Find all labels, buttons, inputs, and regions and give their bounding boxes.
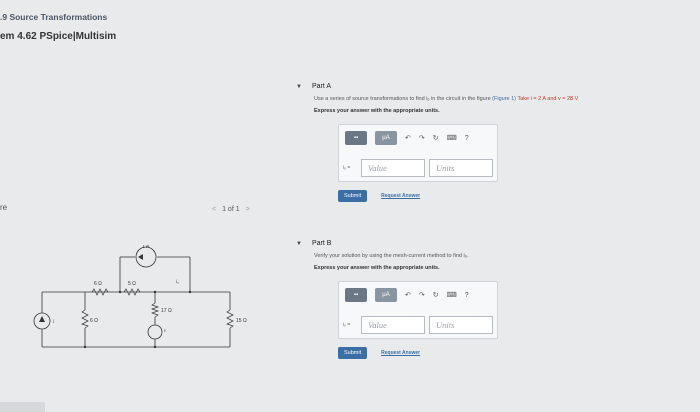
label-v: v [164, 329, 167, 334]
reset-icon[interactable]: ↻ [433, 134, 439, 142]
reset-icon[interactable]: ↻ [433, 291, 439, 299]
undo-icon[interactable]: ↶ [405, 134, 411, 142]
part-b-instruction: Express your answer with the appropriate… [314, 265, 440, 271]
units-button[interactable]: μA [375, 288, 397, 302]
submit-button[interactable]: Submit [338, 190, 368, 202]
prev-figure-button[interactable]: < [212, 206, 216, 213]
part-a-title: Part A [311, 83, 332, 90]
label-i: i [53, 320, 55, 325]
pager-text: 1 of 1 [222, 206, 240, 213]
answer-box: ▪▪ μA ↶ ↷ ↻ ⌨ ? iₒ = Value Units [338, 281, 498, 339]
circuit-figure: 1 A 6 Ω 5 Ω 17 Ω 6 Ω 15 Ω i v iₒ [33, 245, 247, 349]
redo-icon[interactable]: ↷ [419, 291, 425, 299]
templates-button[interactable]: ▪▪ [345, 288, 367, 302]
part-b-title: Part B [311, 240, 332, 247]
answer-toolbar: ▪▪ μA ↶ ↷ ↻ ⌨ ? [345, 288, 469, 302]
units-button[interactable]: μA [375, 131, 397, 145]
part-b-question: Verify your solution by using the mesh-c… [314, 253, 469, 259]
answer-box: ▪▪ μA ↶ ↷ ↻ ⌨ ? iₒ = Value Units [338, 124, 498, 182]
label-r6-left: 6 Ω [90, 318, 98, 324]
value-input[interactable]: Value [361, 316, 425, 334]
part-a-instruction: Express your answer with the appropriate… [314, 108, 440, 114]
label-1a: 1 A [142, 245, 150, 250]
value-input[interactable]: Value [361, 159, 425, 177]
answer-toolbar: ▪▪ μA ↶ ↷ ↻ ⌨ ? [345, 131, 469, 145]
units-input[interactable]: Units [429, 316, 493, 334]
var-label: iₒ = [343, 322, 351, 328]
label-r15: 15 Ω [236, 318, 247, 324]
help-icon[interactable]: ? [465, 292, 469, 299]
part-a-question: Use a series of source transformations t… [314, 96, 578, 102]
part-a: ▼ Part A Use a series of source transfor… [296, 83, 578, 202]
collapse-caret-icon[interactable]: ▼ [296, 84, 302, 90]
question-given: Take i = 2 A and v = 28 V [517, 96, 579, 102]
request-answer-link[interactable]: Request Answer [381, 193, 420, 199]
bottom-scroll-bar[interactable] [0, 402, 45, 412]
label-r17: 17 Ω [161, 308, 172, 314]
chapter-title: .9 Source Transformations [0, 12, 108, 22]
part-b: ▼ Part B Verify your solution by using t… [296, 240, 498, 359]
figure-pager: < 1 of 1 > [212, 206, 250, 213]
label-r5: 5 Ω [128, 281, 136, 287]
figure-link[interactable]: (Figure 1) [492, 96, 516, 102]
undo-icon[interactable]: ↶ [405, 291, 411, 299]
label-r6-top: 6 Ω [94, 281, 102, 287]
keyboard-icon[interactable]: ⌨ [447, 134, 457, 142]
templates-button[interactable]: ▪▪ [345, 131, 367, 145]
collapse-caret-icon[interactable]: ▼ [296, 241, 302, 247]
next-figure-button[interactable]: > [246, 206, 250, 213]
units-input[interactable]: Units [429, 159, 493, 177]
side-label: re [0, 203, 8, 212]
var-label: iₒ = [343, 165, 351, 171]
question-text: Use a series of source transformations t… [314, 96, 491, 102]
redo-icon[interactable]: ↷ [419, 134, 425, 142]
label-io: iₒ [176, 280, 179, 285]
problem-title: em 4.62 PSpice|Multisim [0, 31, 117, 42]
help-icon[interactable]: ? [465, 135, 469, 142]
request-answer-link[interactable]: Request Answer [381, 350, 420, 356]
keyboard-icon[interactable]: ⌨ [447, 291, 457, 299]
submit-button[interactable]: Submit [338, 347, 368, 359]
